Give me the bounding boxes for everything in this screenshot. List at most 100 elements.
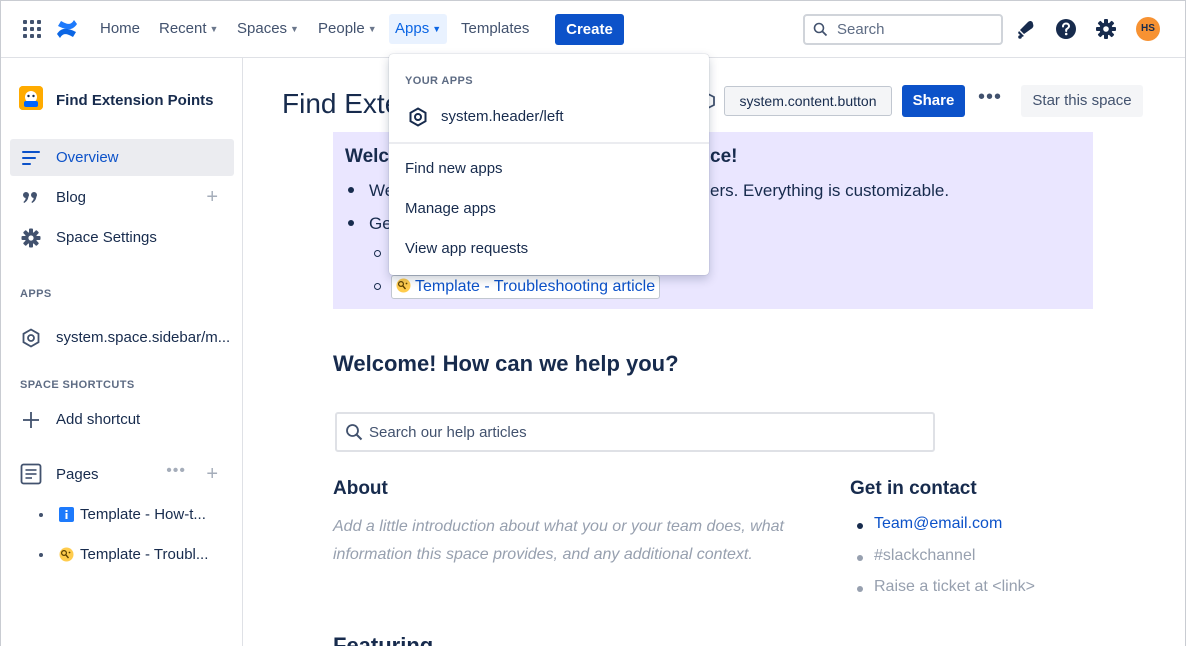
nav-spaces[interactable]: Spaces ▼ [231,14,305,44]
more-actions-icon[interactable]: ••• [166,462,186,480]
search-icon [346,424,363,441]
notifications-icon[interactable] [1015,18,1037,40]
page-title: Find Exte [282,88,401,119]
settings-icon[interactable] [1095,18,1117,40]
sidebar-item-overview[interactable]: Overview [10,139,234,176]
more-actions-icon[interactable]: ••• [976,87,1004,115]
space-title: Find Extension Points [56,92,214,109]
menu-item-manage-apps[interactable]: Manage apps [389,191,709,229]
search-placeholder: Search [837,21,885,38]
space-avatar [19,86,43,110]
nav-apps-label: Apps [395,20,430,37]
nav-apps[interactable]: Apps ▼ [389,14,448,44]
nav-spaces-label: Spaces [237,20,288,37]
sidebar-item-label: Blog [56,189,87,206]
content-extension-button[interactable]: system.content.button [724,86,892,116]
add-blog-icon[interactable]: + [206,186,218,209]
share-button[interactable]: Share [902,85,965,117]
sidebar-item-pages[interactable]: Pages ••• + [10,456,234,493]
template-link-label: Template - Troubleshooting article [415,278,656,295]
circle-bullet-icon [374,250,381,257]
sidebar-item-label: Overview [56,149,119,166]
app-switcher-icon[interactable] [23,20,41,38]
nav-home[interactable]: Home [94,14,146,44]
menu-item-label: View app requests [405,240,529,257]
your-apps-heading: YOUR APPS [405,75,473,87]
contact-email-link[interactable]: Team@email.com [874,515,1002,533]
bullet-icon [857,555,863,561]
info-icon [59,507,74,522]
space-sidebar: Find Extension Points Overview Blog + Sp… [1,58,243,646]
featuring-heading: Featuring [333,633,434,646]
plus-icon [23,412,39,428]
chevron-down-icon: ▼ [367,24,377,34]
sidebar-item-label: Space Settings [56,229,157,246]
overview-icon [22,151,40,165]
nav-templates[interactable]: Templates [455,14,535,44]
space-logo-icon [19,86,43,110]
user-avatar[interactable]: HS [1136,17,1160,41]
detective-emoji-icon [59,547,74,562]
nav-people[interactable]: People ▼ [312,14,383,44]
search-input[interactable]: Search [803,14,1003,45]
detective-emoji-icon [396,278,411,293]
bullet-icon [348,187,354,193]
app-hexagon-icon [22,328,40,348]
menu-item-label: Manage apps [405,200,496,217]
template-troubleshooting-link[interactable]: Template - Troubleshooting article [391,275,661,299]
nav-home-label: Home [100,20,141,37]
circle-bullet-icon [374,283,381,290]
contact-heading: Get in contact [850,478,977,499]
bullet-icon [857,523,863,529]
app-frame: Home Recent ▼ Spaces ▼ People ▼ Apps ▼ Templ… [0,0,1186,646]
add-page-icon[interactable]: + [206,463,218,486]
help-search-input[interactable]: Search our help articles [335,412,935,452]
about-text: Add a little introduction about what you… [333,518,784,563]
apps-dropdown-menu: YOUR APPS system.header/left Find new ap… [389,54,709,275]
sidebar-item-space-settings[interactable]: Space Settings [10,219,234,256]
nav-templates-label: Templates [461,20,530,37]
menu-divider [389,142,709,144]
contact-ticket: Raise a ticket at <link> [874,578,1035,595]
menu-item-app[interactable]: system.header/left [389,99,709,137]
sidebar-item-label: Add shortcut [56,411,141,428]
add-shortcut-button[interactable]: Add shortcut [10,401,234,438]
bullet-icon [857,586,863,592]
app-hexagon-icon [409,107,427,127]
sidebar-item-label: system.space.sidebar/m... [56,329,231,346]
quote-icon [23,192,37,203]
nav-recent-label: Recent [159,20,207,37]
chevron-down-icon: ▼ [209,24,219,34]
sidebar-item-app[interactable]: system.space.sidebar/m... [10,319,234,356]
menu-item-view-app-requests[interactable]: View app requests [389,231,709,269]
chevron-down-icon: ▼ [432,24,442,34]
create-button[interactable]: Create [555,14,624,45]
page-tree-label: Template - How-t... [80,506,206,523]
nav-recent[interactable]: Recent ▼ [153,14,224,44]
gear-icon [21,228,41,248]
bullet-icon [348,220,354,226]
help-icon[interactable] [1055,18,1077,40]
sidebar-item-label: Pages [56,466,99,483]
help-search-placeholder: Search our help articles [369,424,527,441]
panel-title-end: ce! [710,146,738,167]
top-navigation: Home Recent ▼ Spaces ▼ People ▼ Apps ▼ Templ… [1,1,1185,58]
shortcuts-section-heading: SPACE SHORTCUTS [20,379,135,391]
nav-people-label: People [318,20,365,37]
confluence-logo-icon[interactable] [56,18,78,40]
star-space-button[interactable]: Star this space [1021,85,1143,117]
welcome-heading: Welcome! How can we help you? [333,351,679,376]
menu-item-label: Find new apps [405,160,503,177]
bullet-icon [39,553,43,557]
contact-slack: #slackchannel [874,547,976,564]
panel-line-end: ers. Everything is customizable. [710,181,950,200]
bullet-icon [39,513,43,517]
sidebar-item-blog[interactable]: Blog + [10,179,234,216]
apps-section-heading: APPS [20,288,52,300]
menu-item-label: system.header/left [441,108,564,125]
about-heading: About [333,478,388,499]
chevron-down-icon: ▼ [290,24,299,34]
menu-item-find-new-apps[interactable]: Find new apps [389,151,709,189]
pages-icon [20,463,42,485]
search-icon [813,22,828,37]
